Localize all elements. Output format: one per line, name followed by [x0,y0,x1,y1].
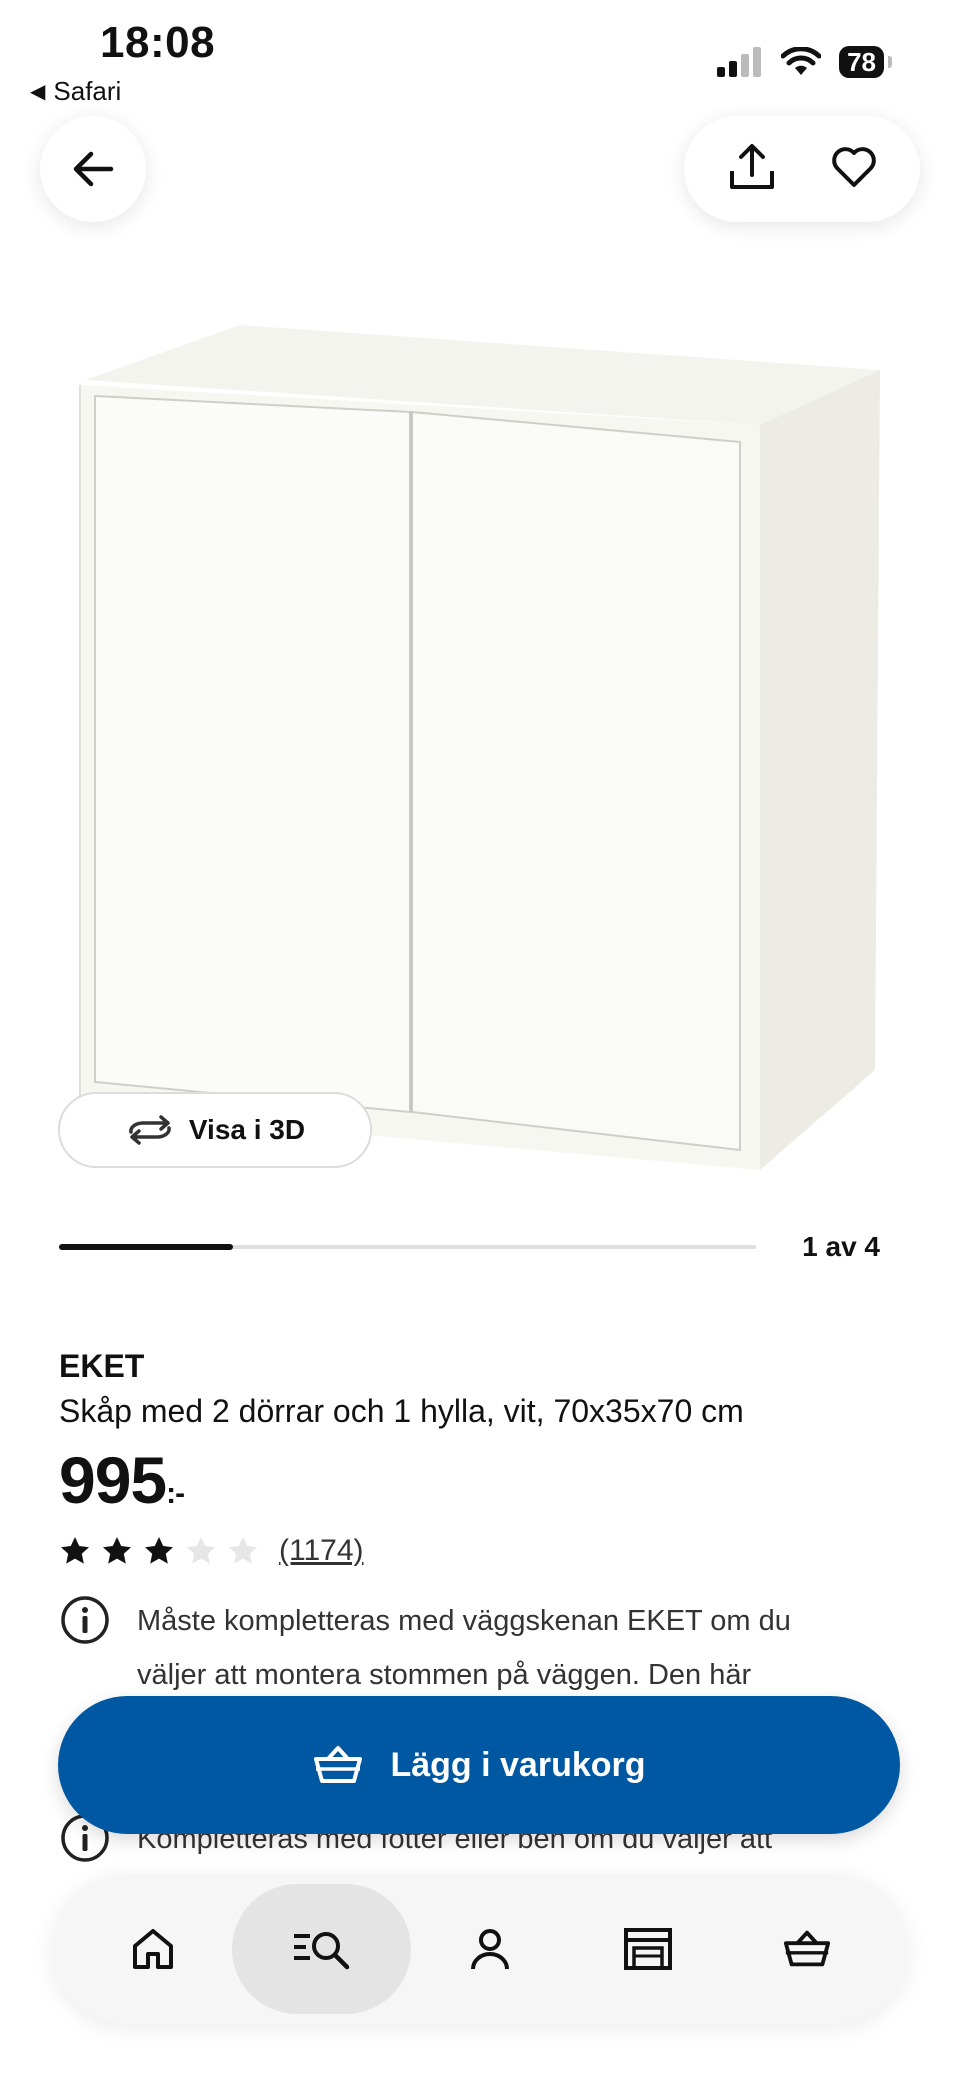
store-icon [624,1928,673,1970]
info-icon [61,1596,109,1644]
back-app-label: Safari [53,76,122,106]
rotate-icon [129,1115,171,1145]
star-filled-icon [103,1537,131,1564]
tab-profile[interactable] [411,1884,569,2014]
add-to-cart-label: Lägg i varukorg [390,1745,646,1784]
search-list-icon [293,1932,349,1970]
wifi-icon [781,47,822,75]
star-empty-icon [187,1537,215,1564]
product-brand: EKET [59,1348,145,1384]
star-filled-icon [145,1537,173,1564]
arrow-left-icon [73,151,114,187]
carousel-progress [59,1244,234,1250]
home-icon [133,1929,174,1969]
heart-icon [831,146,876,187]
tab-home[interactable] [74,1884,232,2014]
view-3d-label: Visa i 3D [188,1114,306,1145]
star-empty-icon [229,1537,257,1564]
rating-stars [59,1535,259,1567]
price-suffix: :- [166,1477,185,1510]
review-count[interactable]: (1174) [279,1534,364,1568]
basket-icon [783,1930,830,1967]
info-text-1: Måste kompletteras med väggskenan EKET o… [137,1605,791,1691]
add-to-cart-button[interactable]: Lägg i varukorg [58,1696,900,1834]
product-price: 995:- [59,1442,185,1518]
tab-stores[interactable] [569,1884,727,2014]
tab-cart[interactable] [728,1884,886,2014]
basket-icon [314,1746,363,1783]
back-triangle-icon: ◀ [30,81,46,103]
top-actions [684,116,920,222]
share-button[interactable] [726,141,778,198]
star-filled-icon [61,1537,89,1564]
share-icon [729,143,774,189]
product-description: Skåp med 2 dörrar och 1 hylla, vit, 70x3… [59,1393,744,1429]
product-image[interactable] [60,300,900,1180]
price-value: 995 [59,1443,167,1517]
battery-indicator: 78 [839,46,884,78]
rating[interactable]: (1174) [59,1534,364,1568]
favorite-button[interactable] [829,142,879,197]
signal-icon [717,47,762,77]
bottom-tab-bar [52,1874,908,2024]
carousel-counter: 1 av 4 [802,1231,880,1262]
battery-tip [888,56,892,68]
tab-search[interactable] [232,1884,411,2014]
profile-icon [470,1929,509,1970]
back-button[interactable] [40,116,146,222]
info-note-wall-rail: Måste kompletteras med väggskenan EKET o… [59,1594,859,1702]
status-icons: 78 [717,46,892,78]
status-time: 18:08 [100,18,216,67]
view-3d-button[interactable]: Visa i 3D [58,1092,372,1168]
back-to-app-link[interactable]: ◀ Safari [30,76,121,107]
